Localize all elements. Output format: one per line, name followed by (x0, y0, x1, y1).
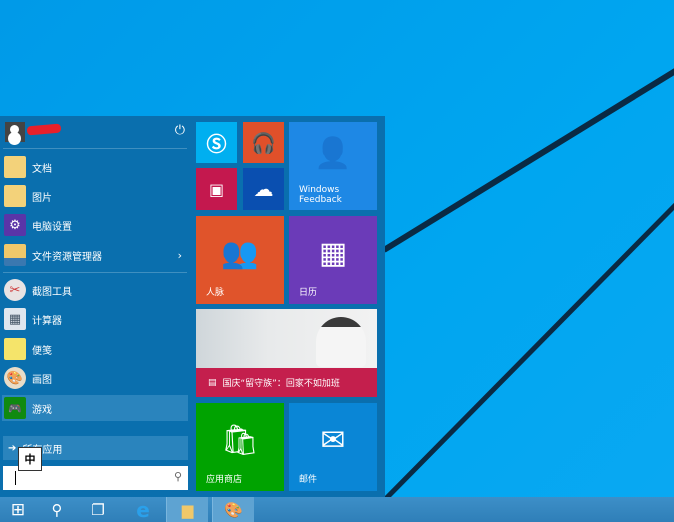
tile-calendar[interactable]: ▦ 日历 (289, 216, 377, 304)
file-explorer-icon: ▆ (181, 500, 194, 519)
mail-envelope-icon: ✉ (320, 422, 346, 458)
internet-explorer-icon: e (136, 497, 150, 522)
chevron-right-icon[interactable]: › (178, 249, 182, 262)
people-icon: 👥 (221, 235, 259, 271)
video-icon: ▣ (208, 179, 225, 199)
windows-logo-icon: ⊞ (10, 499, 26, 520)
news-headline: 国庆“留守族”：回家不如加班 (222, 379, 340, 389)
tile-video[interactable]: ▣ (196, 168, 237, 210)
file-explorer-icon (4, 244, 26, 266)
menu-item-file-explorer[interactable]: 文件资源管理器 › (2, 242, 188, 268)
skype-icon: Ⓢ (206, 132, 227, 156)
divider (3, 148, 187, 149)
store-bag-icon: 🛍 (220, 422, 260, 458)
text-caret (15, 471, 16, 485)
start-button[interactable]: ⊞ (0, 497, 36, 522)
paint-icon: 🎨 (224, 500, 243, 519)
menu-item-paint[interactable]: 🎨 画图 (2, 365, 188, 391)
paint-icon: 🎨 (4, 367, 26, 389)
menu-item-label: 电脑设置 (32, 221, 72, 233)
start-menu: ⏻ 文档 图片 ⚙ 电脑设置 文件资源管理器 › ✂ 截图工具 ▦ 计算器 便笺 🎨 画图… (0, 116, 385, 497)
menu-item-label: 画图 (32, 374, 52, 386)
user-header[interactable]: ⏻ (3, 122, 187, 142)
paint-button[interactable]: 🎨 (212, 497, 254, 522)
snipping-tool-icon: ✂ (4, 279, 26, 301)
menu-item-documents[interactable]: 文档 (2, 154, 188, 180)
tile-news[interactable]: ▤ 国庆“留守族”：回家不如加班 (196, 309, 377, 397)
tile-windows-feedback[interactable]: 👤 Windows Feedback (289, 122, 377, 210)
pictures-folder-icon (4, 185, 26, 207)
xbox-games-icon: 🎮 (4, 397, 26, 419)
menu-item-games[interactable]: 🎮 游戏 (2, 395, 188, 421)
menu-item-calculator[interactable]: ▦ 计算器 (2, 306, 188, 332)
task-view-button[interactable]: ❐ (80, 497, 116, 522)
calculator-icon: ▦ (4, 308, 26, 330)
taskbar: ⊞ ⚲ ❐ e ▆ 🎨 (0, 497, 674, 522)
settings-gear-icon: ⚙ (4, 214, 26, 236)
redacted-username (26, 123, 62, 136)
menu-item-label: 文件资源管理器 (32, 251, 102, 263)
tile-music[interactable]: 🎧 (243, 122, 284, 163)
menu-item-pc-settings[interactable]: ⚙ 电脑设置 (2, 212, 188, 238)
menu-item-label: 便笺 (32, 345, 52, 357)
menu-item-sticky-notes[interactable]: 便笺 (2, 336, 188, 362)
internet-explorer-button[interactable]: e (124, 497, 162, 522)
menu-item-label: 截图工具 (32, 286, 72, 298)
user-avatar[interactable] (5, 122, 25, 142)
tile-label: 人脉 (206, 288, 225, 298)
menu-item-label: 游戏 (32, 404, 52, 416)
divider (3, 272, 187, 273)
menu-item-pictures[interactable]: 图片 (2, 183, 188, 209)
menu-item-snipping-tool[interactable]: ✂ 截图工具 (2, 277, 188, 303)
calendar-icon: ▦ (318, 235, 348, 271)
menu-item-label: 文档 (32, 163, 52, 175)
search-icon: ⚲ (51, 500, 63, 519)
tile-mail[interactable]: ✉ 邮件 (289, 403, 377, 491)
search-icon[interactable]: ⚲ (174, 470, 182, 483)
ime-indicator: 中 (18, 447, 42, 471)
task-view-icon: ❐ (91, 500, 105, 519)
news-icon: ▤ (208, 377, 217, 388)
tile-store[interactable]: 🛍 应用商店 (196, 403, 284, 491)
tile-label: 应用商店 (206, 475, 243, 485)
tile-onedrive[interactable]: ☁ (243, 168, 284, 210)
sticky-notes-icon (4, 338, 26, 360)
cloud-icon: ☁ (253, 177, 274, 201)
menu-item-label: 计算器 (32, 315, 62, 327)
file-explorer-button[interactable]: ▆ (166, 497, 208, 522)
start-menu-left-pane: ⏻ 文档 图片 ⚙ 电脑设置 文件资源管理器 › ✂ 截图工具 ▦ 计算器 便笺 🎨 画图… (0, 116, 190, 497)
tile-skype[interactable]: Ⓢ (196, 122, 237, 163)
news-headline-bar: ▤ 国庆“留守族”：回家不如加班 (196, 368, 377, 397)
search-button[interactable]: ⚲ (40, 497, 74, 522)
arrow-right-icon: ➔ (8, 442, 17, 454)
tile-label: 日历 (299, 288, 318, 298)
documents-folder-icon (4, 156, 26, 178)
tile-label: 邮件 (299, 475, 318, 485)
menu-item-label: 图片 (32, 192, 52, 204)
feedback-person-icon: 👤 (314, 135, 352, 171)
headphones-icon: 🎧 (251, 130, 276, 155)
tile-people[interactable]: 👥 人脉 (196, 216, 284, 304)
tile-label: Windows Feedback (299, 185, 342, 205)
power-icon[interactable]: ⏻ (175, 123, 185, 138)
news-photo (316, 317, 366, 367)
